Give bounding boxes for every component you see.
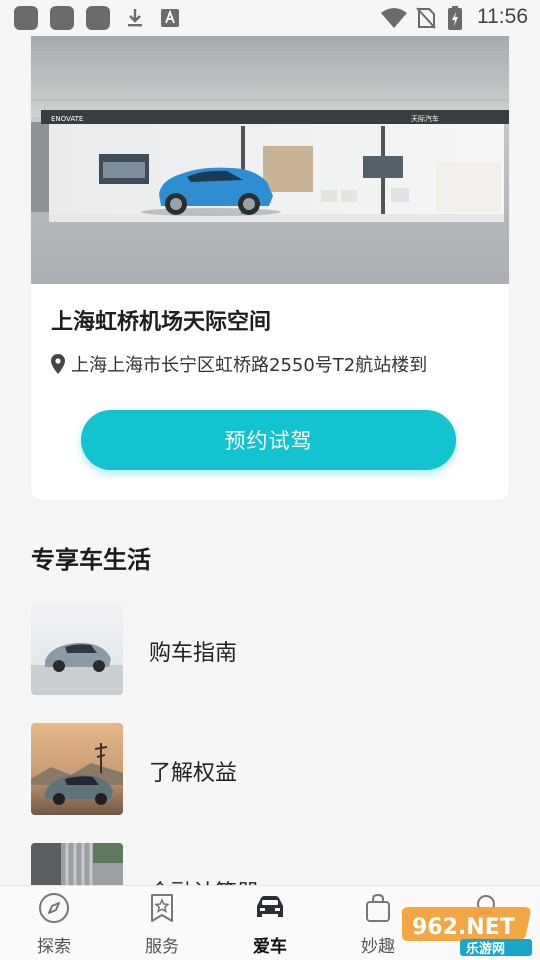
watermark-text-bottom: 乐游网: [466, 941, 505, 957]
list-item-label: 购车指南: [149, 641, 238, 666]
photo-brand-right: 天际汽车: [411, 114, 439, 123]
bag-icon: [366, 893, 390, 922]
nav-label: 服务: [145, 937, 179, 957]
nav-my-car[interactable]: 爱车: [216, 886, 324, 960]
status-bar: 11:56: [0, 0, 540, 36]
photo-brand-left: ENOVATE: [51, 115, 83, 123]
nav-label: 爱车: [253, 937, 287, 957]
list-item-purchase-guide[interactable]: 购车指南: [31, 603, 509, 695]
notification-app-icon: [14, 6, 38, 30]
battery-charging-icon: [448, 6, 462, 30]
thumbnail-image: [31, 603, 123, 695]
store-address-row: 上海上海市长宁区虹桥路2550号T2航站楼到: [51, 352, 427, 376]
location-pin-icon: [51, 354, 65, 374]
keyboard-a-icon: [161, 9, 179, 27]
clock: 11:56: [477, 5, 528, 28]
download-icon: [128, 9, 142, 27]
nav-explore[interactable]: 探索: [0, 886, 108, 960]
list-item-label: 了解权益: [149, 761, 238, 786]
notification-app-icon: [50, 6, 74, 30]
compass-icon: [39, 893, 69, 923]
watermark-text-top: 962.NET: [412, 915, 515, 940]
thumbnail-image: [31, 723, 123, 815]
wifi-icon: [381, 8, 407, 28]
book-test-drive-button[interactable]: 预约试驾: [81, 410, 456, 470]
nav-label: 探索: [37, 937, 71, 957]
section-title: 专享车生活: [31, 546, 151, 574]
store-address: 上海上海市长宁区虹桥路2550号T2航站楼到: [71, 355, 428, 376]
store-card[interactable]: ENOVATE 天际汽车 上海虹桥机场天际空间 上海上海市长宁区虹桥路2550号…: [31, 22, 509, 500]
watermark-logo: 962.NET 乐游网: [396, 905, 536, 957]
nav-service[interactable]: 服务: [108, 886, 216, 960]
notification-app-icon: [86, 6, 110, 30]
no-sim-icon: [416, 7, 436, 29]
list-item-benefits[interactable]: 了解权益: [31, 723, 509, 815]
car-icon: [257, 896, 283, 917]
bookmark-star-icon: [151, 894, 173, 922]
store-name: 上海虹桥机场天际空间: [51, 310, 272, 335]
store-photo: ENOVATE 天际汽车: [31, 22, 509, 284]
